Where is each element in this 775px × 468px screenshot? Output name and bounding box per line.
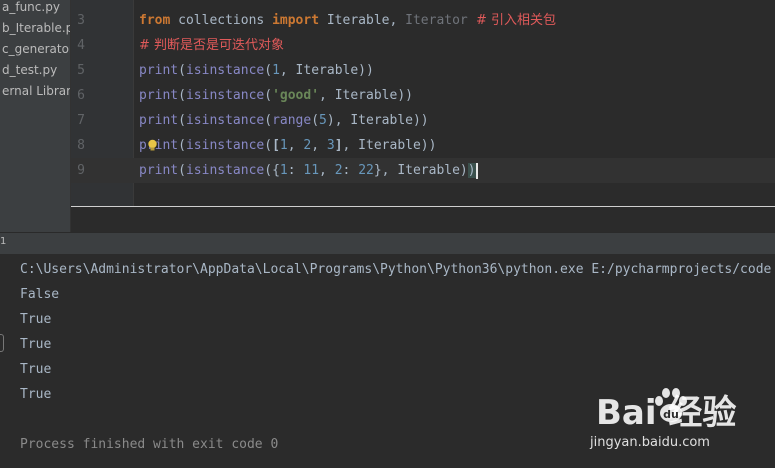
- comma: ,: [287, 138, 304, 153]
- line-number: 6: [77, 88, 85, 103]
- console-command-line: C:\Users\Administrator\AppData\Local\Pro…: [20, 262, 772, 277]
- code-rest: , Iterable)): [342, 138, 437, 153]
- builtin-print: print: [139, 113, 179, 128]
- comma: ,: [319, 163, 335, 178]
- paren: (: [178, 113, 186, 128]
- module-name: collections: [170, 13, 273, 28]
- sidebar-file-c-generator[interactable]: c_generator: [2, 39, 70, 59]
- colon: :: [342, 163, 359, 178]
- builtin-isinstance: isinstance: [185, 88, 265, 103]
- line-number: 7: [77, 113, 85, 128]
- builtin-print: print: [139, 63, 179, 78]
- code-line-8[interactable]: print(isinstance([1, 2, 3], Iterable)): [139, 133, 436, 158]
- line-number: 5: [77, 63, 85, 78]
- editor-bottom-area: [71, 207, 775, 232]
- comment: # 引入相关包: [467, 13, 557, 28]
- builtin-print: print: [139, 138, 179, 153]
- list-bracket-close: ]: [334, 138, 343, 153]
- paren: (: [311, 113, 320, 128]
- builtin-print: print: [139, 88, 179, 103]
- sidebar-file-b-iterable[interactable]: b_Iterable.py: [2, 18, 70, 38]
- paren-brace: ({: [264, 163, 280, 178]
- paren: (: [264, 113, 273, 128]
- string-literal: 'good': [272, 88, 320, 103]
- paren: (: [178, 163, 186, 178]
- baidu-jingyan-watermark: Bai 经验 du jingyan.baidu.com: [590, 381, 775, 468]
- code-line-3[interactable]: from collections import Iterable, Iterat…: [139, 8, 556, 33]
- colon: :: [287, 163, 304, 178]
- code-line-7[interactable]: print(isinstance(range(5), Iterable)): [139, 108, 429, 133]
- comma: ,: [311, 138, 327, 153]
- number-literal: 22: [358, 163, 374, 178]
- code-rest: ), Iterable)): [326, 113, 429, 128]
- sidebar-external-libraries[interactable]: ernal Librari: [2, 81, 70, 101]
- run-tool-window-header[interactable]: 1: [0, 232, 775, 254]
- number-literal: 1: [272, 63, 280, 78]
- builtin-isinstance: isinstance: [185, 113, 265, 128]
- console-output-line: True: [20, 362, 52, 377]
- paren: (: [264, 63, 273, 78]
- code-rest: }, Iterable): [373, 163, 468, 178]
- builtin-print: print: [139, 163, 179, 178]
- console-output-line: False: [20, 287, 60, 302]
- console-fold-marker: [0, 334, 4, 352]
- project-sidebar: a_func.py b_Iterable.py c_generator d_te…: [0, 0, 71, 232]
- console-output-line: True: [20, 312, 52, 327]
- code-line-6[interactable]: print(isinstance('good', Iterable)): [139, 83, 413, 108]
- watermark-url: jingyan.baidu.com: [590, 435, 710, 450]
- console-output-line: True: [20, 387, 52, 402]
- code-line-5[interactable]: print(isinstance(1, Iterable)): [139, 58, 374, 83]
- builtin-isinstance: isinstance: [185, 163, 265, 178]
- number-literal: 1: [279, 163, 288, 178]
- baidu-paw-icon: du: [655, 388, 687, 422]
- number-literal: 5: [319, 113, 327, 128]
- paren: (: [178, 88, 186, 103]
- line-number: 3: [77, 13, 85, 28]
- number-literal: 2: [334, 163, 343, 178]
- paren: (: [178, 63, 186, 78]
- lightbulb-icon[interactable]: [147, 139, 158, 152]
- svg-text:du: du: [663, 408, 679, 421]
- line-number: 4: [77, 38, 85, 53]
- code-rest: , Iterable)): [319, 88, 413, 103]
- paren: (: [264, 88, 273, 103]
- number-literal: 11: [303, 163, 320, 178]
- sidebar-file-a-func[interactable]: a_func.py: [2, 0, 60, 17]
- matched-paren: ): [467, 163, 476, 178]
- import-iterator-unused: Iterator: [405, 13, 468, 28]
- builtin-range: range: [272, 113, 312, 128]
- line-number: 9: [77, 163, 85, 178]
- keyword-import: import: [272, 13, 320, 28]
- paren: (: [178, 138, 186, 153]
- number-literal: 3: [326, 138, 335, 153]
- line-number: 8: [77, 138, 85, 153]
- number-literal: 1: [279, 138, 288, 153]
- keyword-from: from: [139, 13, 171, 28]
- run-tab-number[interactable]: 1: [0, 236, 6, 247]
- list-bracket-open: [: [272, 138, 280, 153]
- text-caret: [475, 162, 478, 179]
- code-rest: , Iterable)): [279, 63, 374, 78]
- builtin-isinstance: isinstance: [185, 138, 265, 153]
- sidebar-file-d-test[interactable]: d_test.py: [2, 60, 57, 80]
- console-output-line: True: [20, 337, 52, 352]
- code-line-4[interactable]: # 判断是否是可迭代对象: [139, 33, 284, 58]
- code-line-9[interactable]: print(isinstance({1: 11, 2: 22}, Iterabl…: [139, 158, 478, 183]
- comment: # 判断是否是可迭代对象: [139, 38, 285, 53]
- paren: (: [264, 138, 273, 153]
- console-exit-message: Process finished with exit code 0: [20, 437, 279, 452]
- import-iterable: Iterable: [319, 13, 390, 28]
- builtin-isinstance: isinstance: [185, 63, 265, 78]
- import-separator: ,: [389, 13, 406, 28]
